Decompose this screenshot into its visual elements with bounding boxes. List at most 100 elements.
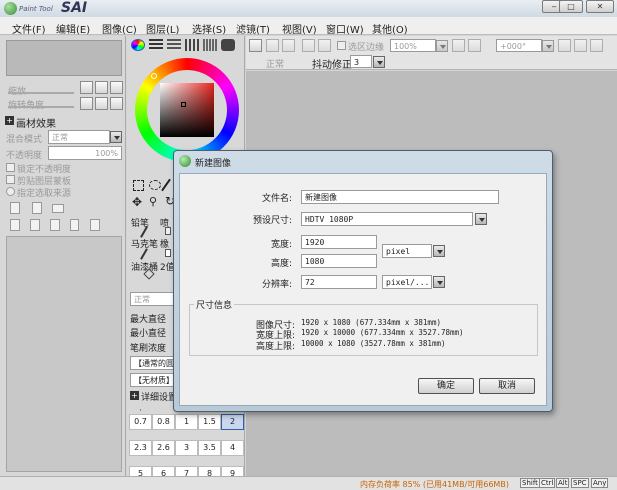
color-wheel-mode-icon[interactable] bbox=[131, 39, 145, 51]
layer-zoom-slider[interactable] bbox=[8, 92, 74, 94]
zoom-in-button[interactable] bbox=[95, 81, 108, 94]
blend-mode-dropdown-icon[interactable] bbox=[110, 131, 122, 143]
resolution-unit-dropdown-icon[interactable] bbox=[433, 276, 445, 288]
brush-shape-select[interactable]: 【通常的圆 bbox=[130, 356, 176, 370]
rotate-reset-button[interactable] bbox=[110, 97, 123, 110]
tool-marker[interactable]: 马克笔 bbox=[131, 237, 158, 250]
rotate-right-button[interactable] bbox=[95, 97, 108, 110]
swatch-mode-icon[interactable] bbox=[185, 39, 199, 51]
new-vector-layer-icon[interactable] bbox=[32, 202, 42, 214]
clear-layer-icon[interactable] bbox=[90, 219, 100, 231]
restore-button[interactable]: □ bbox=[559, 0, 583, 13]
zoom-out-button[interactable] bbox=[80, 81, 93, 94]
key-ctrl: Ctrl bbox=[539, 478, 556, 488]
brush-size-cell-selected[interactable]: 2 bbox=[221, 414, 244, 430]
close-button[interactable]: ✕ bbox=[586, 0, 614, 13]
marquee-select-icon[interactable] bbox=[133, 180, 144, 191]
brush-mode-select[interactable]: 正常 bbox=[130, 292, 176, 306]
new-folder-icon[interactable] bbox=[52, 204, 64, 213]
height-input[interactable]: 1080 bbox=[301, 254, 377, 268]
draw-mode-select[interactable]: 正常 bbox=[266, 57, 284, 70]
sv-marker-icon[interactable] bbox=[181, 102, 186, 107]
canvas-toolbar: 选区边缘 100% +000° 正常 抖动修正 3 bbox=[246, 36, 617, 71]
zoom-field[interactable]: 100% bbox=[390, 39, 436, 52]
rotate-ccw-icon[interactable] bbox=[558, 39, 571, 52]
preset-size-select[interactable]: HDTV 1080P bbox=[301, 212, 473, 226]
move-icon[interactable]: ✥ bbox=[132, 196, 142, 208]
dialog-title: 新建图像 bbox=[195, 159, 232, 169]
brush-size-cell[interactable]: 3.5 bbox=[198, 440, 221, 456]
lasso-select-icon[interactable] bbox=[149, 180, 161, 190]
rotate-field[interactable]: +000° bbox=[496, 39, 542, 52]
menu-other[interactable]: 其他(O) bbox=[372, 21, 408, 36]
brush-size-cell[interactable]: 4 bbox=[221, 440, 244, 456]
brush-size-cell[interactable]: 1.5 bbox=[198, 414, 221, 430]
rgb-slider-mode-icon[interactable] bbox=[149, 39, 163, 51]
filename-input[interactable]: 新建图像 bbox=[301, 190, 499, 204]
brush-texture-select[interactable]: 【无材质】 bbox=[130, 373, 176, 387]
mixer-mode-icon[interactable] bbox=[203, 39, 217, 51]
menu-filter[interactable]: 滤镜(T) bbox=[236, 21, 270, 36]
rotate-cw-icon[interactable] bbox=[574, 39, 587, 52]
brush-size-cell[interactable]: 0.7 bbox=[129, 414, 152, 430]
hue-marker-icon[interactable] bbox=[151, 73, 157, 79]
size-unit-dropdown-icon[interactable] bbox=[433, 245, 445, 257]
zoom-minus-icon[interactable] bbox=[452, 39, 465, 52]
deselect-icon[interactable] bbox=[302, 39, 315, 52]
scratch-pad-mode-icon[interactable] bbox=[221, 39, 235, 51]
clip-layer-checkbox[interactable] bbox=[6, 175, 15, 184]
resolution-unit-select[interactable]: pixel/... bbox=[382, 275, 432, 289]
cancel-button[interactable]: 取消 bbox=[479, 378, 535, 394]
source-ref-checkbox[interactable] bbox=[6, 187, 15, 196]
invert-select-icon[interactable] bbox=[318, 39, 331, 52]
size-unit-select[interactable]: pixel bbox=[382, 244, 432, 258]
menu-edit[interactable]: 编辑(E) bbox=[56, 21, 90, 36]
lock-opacity-checkbox[interactable] bbox=[6, 163, 15, 172]
brush-size-cell[interactable]: 3 bbox=[175, 440, 198, 456]
redo-icon[interactable] bbox=[282, 39, 295, 52]
magic-wand-icon[interactable] bbox=[161, 178, 171, 192]
stabilizer-dropdown-icon[interactable] bbox=[373, 56, 385, 68]
new-layer-icon[interactable] bbox=[10, 202, 20, 214]
menu-file[interactable]: 文件(F) bbox=[12, 21, 46, 36]
dialog-body: 文件名: 新建图像 预设尺寸: HDTV 1080P 宽度: 1920 高度: … bbox=[179, 173, 547, 406]
blend-mode-select[interactable]: 正常 bbox=[48, 130, 110, 144]
min-size-label: 最小直径 bbox=[130, 329, 167, 339]
layer-rotate-slider[interactable] bbox=[8, 106, 74, 108]
zoom-dropdown-icon[interactable] bbox=[436, 40, 448, 52]
trash-icon[interactable] bbox=[70, 219, 79, 231]
merge-layer-icon[interactable] bbox=[50, 219, 60, 231]
menu-select[interactable]: 选择(S) bbox=[192, 21, 226, 36]
select-edge-checkbox[interactable] bbox=[337, 41, 346, 50]
menu-window[interactable]: 窗口(W) bbox=[326, 21, 364, 36]
undo-icon[interactable] bbox=[266, 39, 279, 52]
rotate-dropdown-icon[interactable] bbox=[542, 40, 554, 52]
brush-size-cell[interactable]: 2.6 bbox=[152, 440, 175, 456]
image-size-value: 1920 x 1080 (677.334mm x 381mm) bbox=[301, 318, 441, 327]
zoom-reset-button[interactable] bbox=[110, 81, 123, 94]
saturation-value-square[interactable] bbox=[160, 83, 214, 137]
rotate-left-button[interactable] bbox=[80, 97, 93, 110]
menu-image[interactable]: 图像(C) bbox=[102, 21, 137, 36]
preset-size-dropdown-icon[interactable] bbox=[475, 213, 487, 225]
zoom-icon[interactable]: ⚲ bbox=[149, 196, 157, 208]
brush-size-cell[interactable]: 1 bbox=[175, 414, 198, 430]
width-input[interactable]: 1920 bbox=[301, 235, 377, 249]
detail-collapse-icon[interactable]: + bbox=[130, 391, 139, 400]
resolution-input[interactable]: 72 bbox=[301, 275, 377, 289]
effects-collapse-icon[interactable]: + bbox=[5, 116, 14, 125]
zoom-plus-icon[interactable] bbox=[468, 39, 481, 52]
ok-button[interactable]: 确定 bbox=[418, 378, 474, 394]
brush-size-cell[interactable]: 2.3 bbox=[129, 440, 152, 456]
stabilizer-field[interactable]: 3 bbox=[350, 55, 372, 68]
copy-layer-icon[interactable] bbox=[10, 219, 20, 231]
hsv-slider-mode-icon[interactable] bbox=[167, 39, 181, 51]
opacity-field[interactable]: 100% bbox=[48, 146, 122, 160]
close-canvas-icon[interactable] bbox=[249, 39, 262, 52]
merge-down-icon[interactable] bbox=[30, 219, 40, 231]
menu-layer[interactable]: 图层(L) bbox=[146, 21, 179, 36]
menu-view[interactable]: 视图(V) bbox=[282, 21, 317, 36]
layer-list[interactable] bbox=[6, 236, 122, 472]
flip-icon[interactable] bbox=[590, 39, 603, 52]
brush-size-cell[interactable]: 0.8 bbox=[152, 414, 175, 430]
